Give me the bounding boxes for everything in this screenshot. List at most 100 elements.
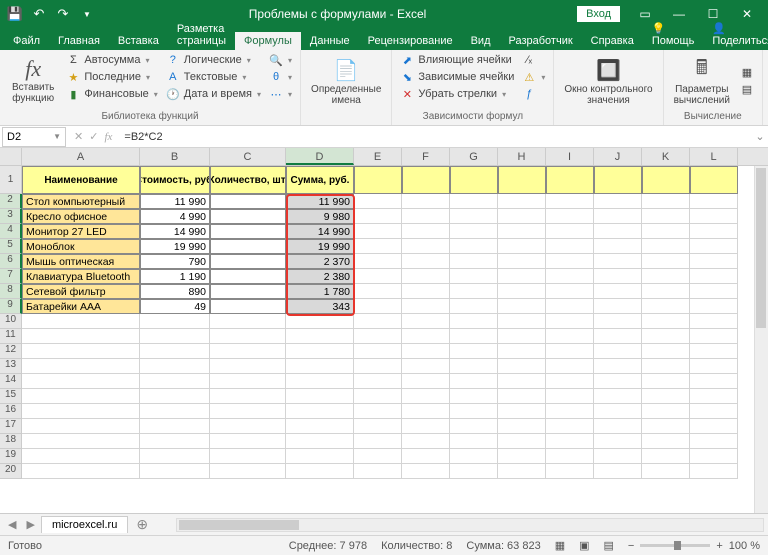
cell[interactable]: [354, 389, 402, 404]
cell[interactable]: [286, 419, 354, 434]
cell[interactable]: [402, 344, 450, 359]
cell[interactable]: [450, 299, 498, 314]
row-header[interactable]: 17: [0, 419, 22, 434]
cell[interactable]: [450, 209, 498, 224]
sheet-nav-next-icon[interactable]: ▶: [22, 518, 38, 531]
col-header[interactable]: H: [498, 148, 546, 165]
cell[interactable]: [450, 419, 498, 434]
cell[interactable]: 14 990: [140, 224, 210, 239]
cell[interactable]: [498, 209, 546, 224]
cell[interactable]: [594, 404, 642, 419]
cell[interactable]: [642, 359, 690, 374]
cell[interactable]: Батарейки AAA: [22, 299, 140, 314]
cell[interactable]: [690, 344, 738, 359]
cell[interactable]: [642, 299, 690, 314]
cell[interactable]: [546, 374, 594, 389]
cell[interactable]: [286, 449, 354, 464]
cell[interactable]: [140, 434, 210, 449]
cell[interactable]: [498, 374, 546, 389]
cell[interactable]: [594, 449, 642, 464]
insert-function-button[interactable]: fx Вставить функцию: [6, 52, 60, 108]
cell[interactable]: 2 380: [286, 269, 354, 284]
cell[interactable]: [210, 374, 286, 389]
cell[interactable]: 4 990: [140, 209, 210, 224]
cell[interactable]: [354, 419, 402, 434]
cell[interactable]: [354, 359, 402, 374]
cell[interactable]: [450, 464, 498, 479]
cell[interactable]: [402, 194, 450, 209]
cell[interactable]: [594, 359, 642, 374]
cell[interactable]: [286, 374, 354, 389]
cell[interactable]: 2 370: [286, 254, 354, 269]
show-formulas-button[interactable]: ⁄ₓ: [520, 52, 547, 68]
cell[interactable]: [642, 224, 690, 239]
cell[interactable]: [546, 404, 594, 419]
cell[interactable]: [140, 314, 210, 329]
col-header[interactable]: D: [286, 148, 354, 165]
cell[interactable]: [498, 464, 546, 479]
cell[interactable]: [690, 314, 738, 329]
cancel-formula-icon[interactable]: ✕: [74, 130, 83, 143]
cell[interactable]: [286, 404, 354, 419]
share-button[interactable]: 👤 Поделиться: [703, 19, 768, 50]
add-sheet-icon[interactable]: ⊕: [130, 516, 154, 533]
cell[interactable]: [642, 239, 690, 254]
cell[interactable]: [498, 299, 546, 314]
cell[interactable]: 19 990: [286, 239, 354, 254]
cell[interactable]: [690, 284, 738, 299]
recent-button[interactable]: ★Последние▾: [64, 69, 159, 85]
cell[interactable]: [402, 209, 450, 224]
cell[interactable]: [402, 284, 450, 299]
tab-insert[interactable]: Вставка: [109, 32, 168, 50]
cell[interactable]: [594, 254, 642, 269]
cell[interactable]: [594, 419, 642, 434]
cell[interactable]: [22, 404, 140, 419]
cell[interactable]: [594, 389, 642, 404]
cell[interactable]: [140, 359, 210, 374]
cell[interactable]: [690, 434, 738, 449]
error-check-button[interactable]: ⚠▾: [520, 69, 547, 85]
cell[interactable]: [22, 419, 140, 434]
cell[interactable]: [450, 449, 498, 464]
row-header[interactable]: 15: [0, 389, 22, 404]
cell[interactable]: 790: [140, 254, 210, 269]
cell[interactable]: [642, 194, 690, 209]
cell[interactable]: [22, 344, 140, 359]
tab-help[interactable]: Справка: [582, 32, 643, 50]
cell[interactable]: [402, 329, 450, 344]
zoom-slider[interactable]: [640, 544, 710, 547]
cell[interactable]: [498, 166, 546, 194]
cell[interactable]: Стоимость, руб.: [140, 166, 210, 194]
row-header[interactable]: 11: [0, 329, 22, 344]
cell[interactable]: [210, 239, 286, 254]
cell[interactable]: Наименование: [22, 166, 140, 194]
cell[interactable]: [546, 419, 594, 434]
cell[interactable]: 11 990: [286, 194, 354, 209]
cell[interactable]: [690, 359, 738, 374]
col-header[interactable]: E: [354, 148, 402, 165]
cell[interactable]: [210, 194, 286, 209]
tab-home[interactable]: Главная: [49, 32, 109, 50]
zoom-out-icon[interactable]: −: [628, 540, 634, 552]
cell[interactable]: [450, 166, 498, 194]
undo-icon[interactable]: ↶: [28, 3, 50, 25]
col-header[interactable]: L: [690, 148, 738, 165]
cell[interactable]: [354, 284, 402, 299]
cell[interactable]: [402, 254, 450, 269]
cell[interactable]: [546, 269, 594, 284]
row-header[interactable]: 20: [0, 464, 22, 479]
cell[interactable]: [498, 434, 546, 449]
cell[interactable]: [450, 284, 498, 299]
cell[interactable]: [210, 464, 286, 479]
view-layout-icon[interactable]: ▣: [579, 539, 589, 552]
cell[interactable]: [402, 239, 450, 254]
cell[interactable]: [450, 239, 498, 254]
cell[interactable]: [354, 464, 402, 479]
cell[interactable]: [354, 449, 402, 464]
defined-names-button[interactable]: 📄 Определенные имена: [307, 52, 385, 110]
logical-button[interactable]: ?Логические▾: [164, 52, 263, 68]
cell[interactable]: [450, 224, 498, 239]
cell[interactable]: [594, 344, 642, 359]
cell[interactable]: 11 990: [140, 194, 210, 209]
cell[interactable]: [546, 254, 594, 269]
